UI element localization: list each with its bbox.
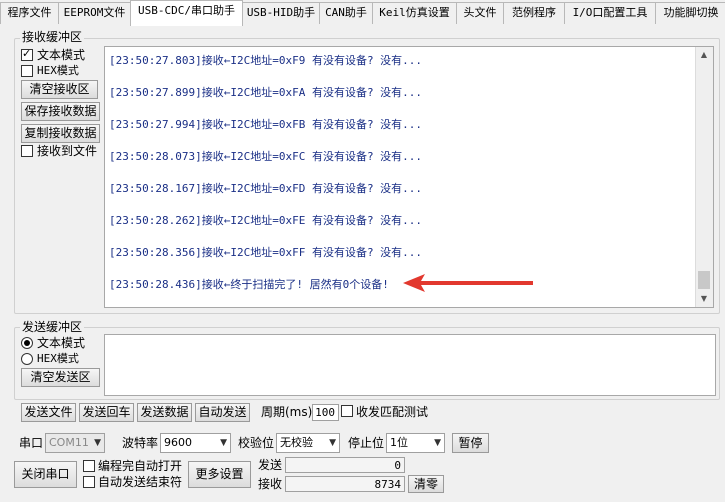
send-data-button[interactable]: 发送数据 xyxy=(137,403,192,422)
stop-bits-select[interactable]: 1位 ▼ xyxy=(386,433,445,453)
clear-send-button[interactable]: 清空发送区 xyxy=(21,368,100,387)
send-count-label: 发送 xyxy=(258,458,283,472)
receive-text-mode-label: 文本模式 xyxy=(37,48,86,62)
port-select[interactable]: COM11 ▼ xyxy=(45,433,105,453)
log-line: [23:50:27.994]接收←I2C地址=0xFB 有没有设备? 没有... xyxy=(109,118,423,131)
chevron-down-icon: ▼ xyxy=(434,438,441,448)
receive-hex-mode-checkbox[interactable] xyxy=(21,65,33,77)
tab-pin-switch[interactable]: 功能脚切换 xyxy=(655,2,725,24)
tab-header-file[interactable]: 头文件 xyxy=(456,2,504,24)
send-count-field: 0 xyxy=(285,457,405,473)
chevron-down-icon: ▼ xyxy=(220,438,227,448)
parity-select[interactable]: 无校验 ▼ xyxy=(276,433,340,453)
auto-end-label: 自动发送结束符 xyxy=(98,475,183,489)
send-text-mode-radio[interactable] xyxy=(21,337,33,349)
port-label: 串口 xyxy=(19,436,44,450)
receive-to-file-checkbox[interactable] xyxy=(21,145,33,157)
send-hex-mode-label: HEX模式 xyxy=(37,352,79,365)
baud-label: 波特率 xyxy=(122,436,159,450)
recv-count-field: 8734 xyxy=(285,476,405,492)
tab-examples[interactable]: 范例程序 xyxy=(503,2,565,24)
tab-program-file[interactable]: 程序文件 xyxy=(0,2,59,24)
chevron-down-icon: ▼ xyxy=(94,438,101,448)
clear-count-button[interactable]: 清零 xyxy=(408,475,444,493)
log-line: [23:50:28.073]接收←I2C地址=0xFC 有没有设备? 没有... xyxy=(109,150,423,163)
tab-usb-cdc-serial[interactable]: USB-CDC/串口助手 xyxy=(130,0,243,26)
period-label: 周期(ms) xyxy=(261,405,313,419)
tab-io-config[interactable]: I/O口配置工具 xyxy=(564,2,656,24)
send-text-mode-label: 文本模式 xyxy=(37,336,86,350)
log-line: [23:50:28.356]接收←I2C地址=0xFF 有没有设备? 没有... xyxy=(109,246,423,259)
stop-bits-label: 停止位 xyxy=(348,436,385,450)
tab-keil-sim[interactable]: Keil仿真设置 xyxy=(372,2,457,24)
port-value: COM11 xyxy=(49,436,89,449)
scroll-up-icon[interactable]: ▲ xyxy=(696,47,712,63)
receive-text-mode-checkbox[interactable] xyxy=(21,47,33,61)
log-line-final: [23:50:28.436]接收←终于扫描完了! 居然有0个设备! xyxy=(109,278,389,291)
tab-eeprom-file[interactable]: EEPROM文件 xyxy=(58,2,131,24)
log-line: [23:50:28.262]接收←I2C地址=0xFE 有没有设备? 没有... xyxy=(109,214,423,227)
log-line: [23:50:27.803]接收←I2C地址=0xF9 有没有设备? 没有... xyxy=(109,54,423,67)
stop-bits-value: 1位 xyxy=(390,436,408,449)
chevron-down-icon: ▼ xyxy=(329,438,336,448)
pause-button[interactable]: 暂停 xyxy=(452,433,489,453)
send-textarea[interactable] xyxy=(104,334,716,396)
auto-send-button[interactable]: 自动发送 xyxy=(195,403,250,422)
log-line: [23:50:28.167]接收←I2C地址=0xFD 有没有设备? 没有... xyxy=(109,182,423,195)
send-file-button[interactable]: 发送文件 xyxy=(21,403,76,422)
baud-select[interactable]: 9600 ▼ xyxy=(160,433,231,453)
tab-can[interactable]: CAN助手 xyxy=(319,2,373,24)
send-enter-button[interactable]: 发送回车 xyxy=(79,403,134,422)
auto-open-checkbox[interactable] xyxy=(83,460,95,472)
receive-scrollbar[interactable]: ▲ ▼ xyxy=(695,47,713,307)
parity-label: 校验位 xyxy=(238,436,275,450)
save-receive-button[interactable]: 保存接收数据 xyxy=(21,102,100,121)
close-port-button[interactable]: 关闭串口 xyxy=(14,461,77,488)
match-test-label: 收发匹配测试 xyxy=(356,405,429,419)
red-arrow-annotation xyxy=(403,274,533,292)
tab-bar: 程序文件 EEPROM文件 USB-CDC/串口助手 USB-HID助手 CAN… xyxy=(0,0,725,26)
baud-value: 9600 xyxy=(164,436,192,449)
send-group-title: 发送缓冲区 xyxy=(20,320,85,334)
recv-count-label: 接收 xyxy=(258,477,283,491)
more-settings-button[interactable]: 更多设置 xyxy=(188,461,251,488)
log-line: [23:50:27.899]接收←I2C地址=0xFA 有没有设备? 没有... xyxy=(109,86,423,99)
parity-value: 无校验 xyxy=(280,436,313,449)
copy-receive-button[interactable]: 复制接收数据 xyxy=(21,124,100,143)
tab-usb-hid[interactable]: USB-HID助手 xyxy=(242,2,320,24)
period-input[interactable]: 100 xyxy=(312,404,339,421)
receive-to-file-label: 接收到文件 xyxy=(37,144,98,158)
match-test-checkbox[interactable] xyxy=(341,405,353,417)
auto-open-label: 编程完自动打开 xyxy=(98,459,183,473)
scroll-down-icon[interactable]: ▼ xyxy=(696,291,712,307)
auto-end-checkbox[interactable] xyxy=(83,476,95,488)
clear-receive-button[interactable]: 清空接收区 xyxy=(21,80,98,99)
receive-textarea[interactable]: [23:50:27.803]接收←I2C地址=0xF9 有没有设备? 没有...… xyxy=(104,46,714,308)
receive-group-title: 接收缓冲区 xyxy=(20,30,85,44)
send-hex-mode-radio[interactable] xyxy=(21,353,33,365)
scroll-thumb[interactable] xyxy=(698,271,710,289)
receive-hex-mode-label: HEX模式 xyxy=(37,64,79,77)
